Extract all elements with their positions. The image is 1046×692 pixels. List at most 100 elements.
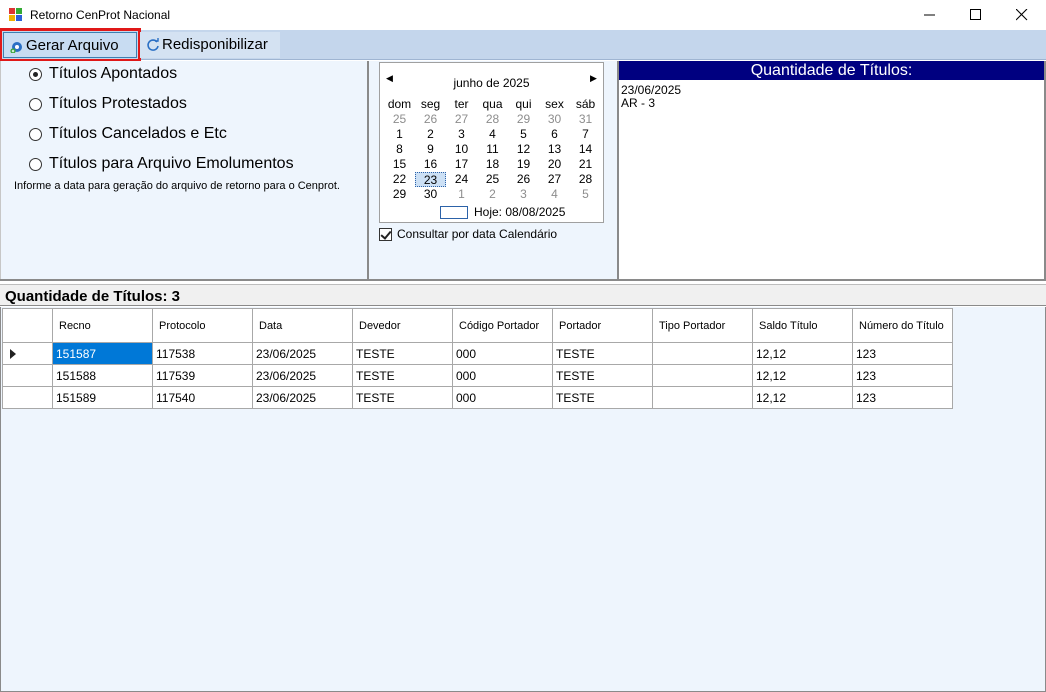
column-header-data[interactable]: Data	[252, 308, 353, 343]
calendar-day[interactable]: 28	[570, 172, 601, 187]
calendar-day[interactable]: 14	[570, 142, 601, 157]
column-header-numero-titulo[interactable]: Número do Título	[852, 308, 953, 343]
calendar-day[interactable]: 28	[477, 112, 508, 127]
calendar-month-label[interactable]: junho de 2025	[380, 76, 603, 90]
calendar-day[interactable]: 4	[477, 127, 508, 142]
calendar-day[interactable]: 25	[384, 112, 415, 127]
table-cell[interactable]: TESTE	[352, 364, 453, 387]
table-cell[interactable]	[652, 364, 753, 387]
calendar-day[interactable]: 1	[446, 187, 477, 202]
calendar-day[interactable]: 19	[508, 157, 539, 172]
table-cell[interactable]: 23/06/2025	[252, 364, 353, 387]
table-row[interactable]: 151587 117538 23/06/2025 TESTE 000 TESTE…	[2, 342, 953, 365]
close-button[interactable]	[999, 0, 1045, 30]
calendar-day[interactable]: 24	[446, 172, 477, 187]
calendar-day[interactable]: 7	[570, 127, 601, 142]
column-header-devedor[interactable]: Devedor	[352, 308, 453, 343]
table-cell[interactable]: 117539	[152, 364, 253, 387]
calendar-day[interactable]: 1	[384, 127, 415, 142]
radio-titulos-emolumentos[interactable]: Títulos para Arquivo Emolumentos	[29, 154, 294, 174]
calendar-day[interactable]: 8	[384, 142, 415, 157]
radio-titulos-apontados[interactable]: Títulos Apontados	[29, 64, 177, 84]
calendar-day[interactable]: 3	[508, 187, 539, 202]
table-cell[interactable]: TESTE	[552, 386, 653, 409]
calendar-day[interactable]: 18	[477, 157, 508, 172]
calendar-day[interactable]: 3	[446, 127, 477, 142]
calendar-day[interactable]: 5	[508, 127, 539, 142]
redisponibilizar-button[interactable]: Redisponibilizar	[140, 32, 280, 58]
table-cell[interactable]: 123	[852, 342, 953, 365]
calendar-day[interactable]: 5	[570, 187, 601, 202]
calendar-day[interactable]: 26	[508, 172, 539, 187]
table-cell[interactable]: 123	[852, 364, 953, 387]
calendar-day[interactable]: 20	[539, 157, 570, 172]
table-cell[interactable]: 12,12	[752, 364, 853, 387]
table-cell[interactable]: 000	[452, 364, 553, 387]
radio-titulos-protestados[interactable]: Títulos Protestados	[29, 94, 187, 114]
calendar-day[interactable]: 25	[477, 172, 508, 187]
table-cell[interactable]: 000	[452, 386, 553, 409]
calendar-day-selected[interactable]: 23	[415, 172, 446, 187]
table-row[interactable]: 151588 117539 23/06/2025 TESTE 000 TESTE…	[2, 364, 953, 387]
table-row[interactable]: 151589 117540 23/06/2025 TESTE 000 TESTE…	[2, 386, 953, 409]
table-cell[interactable]: 151588	[52, 364, 153, 387]
calendar-day[interactable]: 30	[415, 187, 446, 202]
calendar-day[interactable]: 27	[446, 112, 477, 127]
gerar-arquivo-button[interactable]: Gerar Arquivo	[0, 28, 141, 62]
table-cell[interactable]: 117538	[152, 342, 253, 365]
table-cell[interactable]: 12,12	[752, 386, 853, 409]
calendar-day[interactable]: 6	[539, 127, 570, 142]
calendar-day[interactable]: 30	[539, 112, 570, 127]
minimize-button[interactable]	[907, 0, 953, 30]
calendar-day[interactable]: 26	[415, 112, 446, 127]
table-cell[interactable]: TESTE	[552, 364, 653, 387]
calendar-day[interactable]: 11	[477, 142, 508, 157]
calendar-day[interactable]: 16	[415, 157, 446, 172]
data-grid[interactable]: Recno Protocolo Data Devedor Código Port…	[0, 307, 1046, 692]
table-cell[interactable]: 12,12	[752, 342, 853, 365]
table-cell[interactable]: TESTE	[552, 342, 653, 365]
column-header-recno[interactable]: Recno	[52, 308, 153, 343]
calendar-day[interactable]: 2	[477, 187, 508, 202]
calendar-day[interactable]: 12	[508, 142, 539, 157]
column-header-saldo-titulo[interactable]: Saldo Título	[752, 308, 853, 343]
column-header-protocolo[interactable]: Protocolo	[152, 308, 253, 343]
calendar-day[interactable]: 22	[384, 172, 415, 187]
calendar-day[interactable]: 31	[570, 112, 601, 127]
column-header-codigo-portador[interactable]: Código Portador	[452, 308, 553, 343]
table-cell[interactable]: 151589	[52, 386, 153, 409]
calendar-day[interactable]: 29	[384, 187, 415, 202]
table-cell[interactable]: 23/06/2025	[252, 342, 353, 365]
calendar-day[interactable]: 2	[415, 127, 446, 142]
month-calendar[interactable]: ◀ ▶ junho de 2025 dom seg ter qua qui se…	[379, 62, 604, 223]
radio-titulos-cancelados[interactable]: Títulos Cancelados e Etc	[29, 124, 227, 144]
table-cell[interactable]: TESTE	[352, 342, 453, 365]
table-cell[interactable]: 151587	[52, 342, 153, 365]
column-header-portador[interactable]: Portador	[552, 308, 653, 343]
table-cell[interactable]: 123	[852, 386, 953, 409]
table-cell[interactable]	[652, 342, 753, 365]
table-cell[interactable]	[652, 386, 753, 409]
calendar-day[interactable]: 4	[539, 187, 570, 202]
table-cell[interactable]: 117540	[152, 386, 253, 409]
today-link[interactable]: Hoje: 08/08/2025	[474, 205, 565, 219]
calendar-day[interactable]: 13	[539, 142, 570, 157]
row-header[interactable]	[2, 342, 53, 365]
calendar-day[interactable]: 15	[384, 157, 415, 172]
table-cell[interactable]: TESTE	[352, 386, 453, 409]
calendar-day[interactable]: 29	[508, 112, 539, 127]
table-cell[interactable]: 000	[452, 342, 553, 365]
calendar-day[interactable]: 9	[415, 142, 446, 157]
calendar-day[interactable]: 27	[539, 172, 570, 187]
table-cell[interactable]: 23/06/2025	[252, 386, 353, 409]
row-header[interactable]	[2, 386, 53, 409]
row-header-corner[interactable]	[2, 308, 53, 343]
row-header[interactable]	[2, 364, 53, 387]
calendar-day[interactable]: 21	[570, 157, 601, 172]
calendar-day[interactable]: 17	[446, 157, 477, 172]
consultar-calendario-checkbox[interactable]: Consultar por data Calendário	[379, 228, 557, 241]
column-header-tipo-portador[interactable]: Tipo Portador	[652, 308, 753, 343]
calendar-day[interactable]: 10	[446, 142, 477, 157]
calendar-week: 1 2 3 4 5 6 7	[384, 127, 601, 142]
maximize-button[interactable]	[953, 0, 999, 30]
